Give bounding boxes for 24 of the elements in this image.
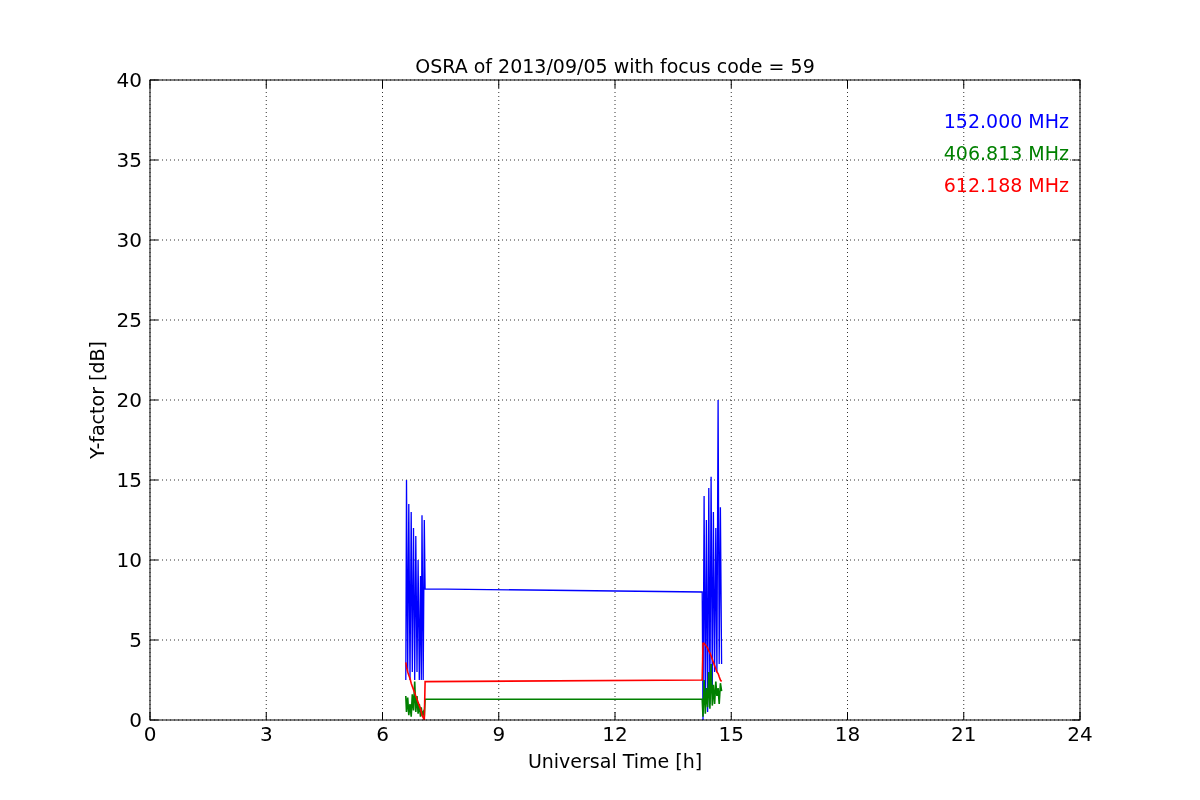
- y-tick-label: 40: [116, 68, 142, 92]
- x-tick-label: 21: [951, 722, 977, 746]
- x-tick-label: 0: [143, 722, 157, 746]
- y-tick-label: 25: [116, 308, 142, 332]
- y-axis-label: Y-factor [dB]: [86, 341, 108, 459]
- y-tick-label: 5: [129, 628, 142, 652]
- x-tick-label: 18: [834, 722, 861, 746]
- y-tick-label: 10: [116, 548, 142, 572]
- x-tick-label: 24: [1067, 722, 1093, 746]
- legend-label: 612.188 MHz: [943, 174, 1069, 196]
- x-tick-label: 9: [492, 722, 506, 746]
- chart-title: OSRA of 2013/09/05 with focus code = 59: [415, 55, 815, 77]
- y-tick-label: 30: [116, 228, 142, 252]
- y-tick-label: 20: [116, 388, 142, 412]
- x-tick-label: 12: [602, 722, 628, 746]
- y-tick-label: 35: [116, 148, 142, 172]
- x-tick-label: 15: [718, 722, 744, 746]
- x-tick-label: 6: [376, 722, 389, 746]
- x-axis-label: Universal Time [h]: [527, 750, 703, 772]
- legend-label: 152.000 MHz: [943, 110, 1069, 132]
- x-tick-label: 3: [259, 722, 273, 746]
- y-tick-label: 0: [129, 708, 142, 732]
- legend-label: 406.813 MHz: [943, 142, 1069, 164]
- y-tick-label: 15: [116, 468, 142, 492]
